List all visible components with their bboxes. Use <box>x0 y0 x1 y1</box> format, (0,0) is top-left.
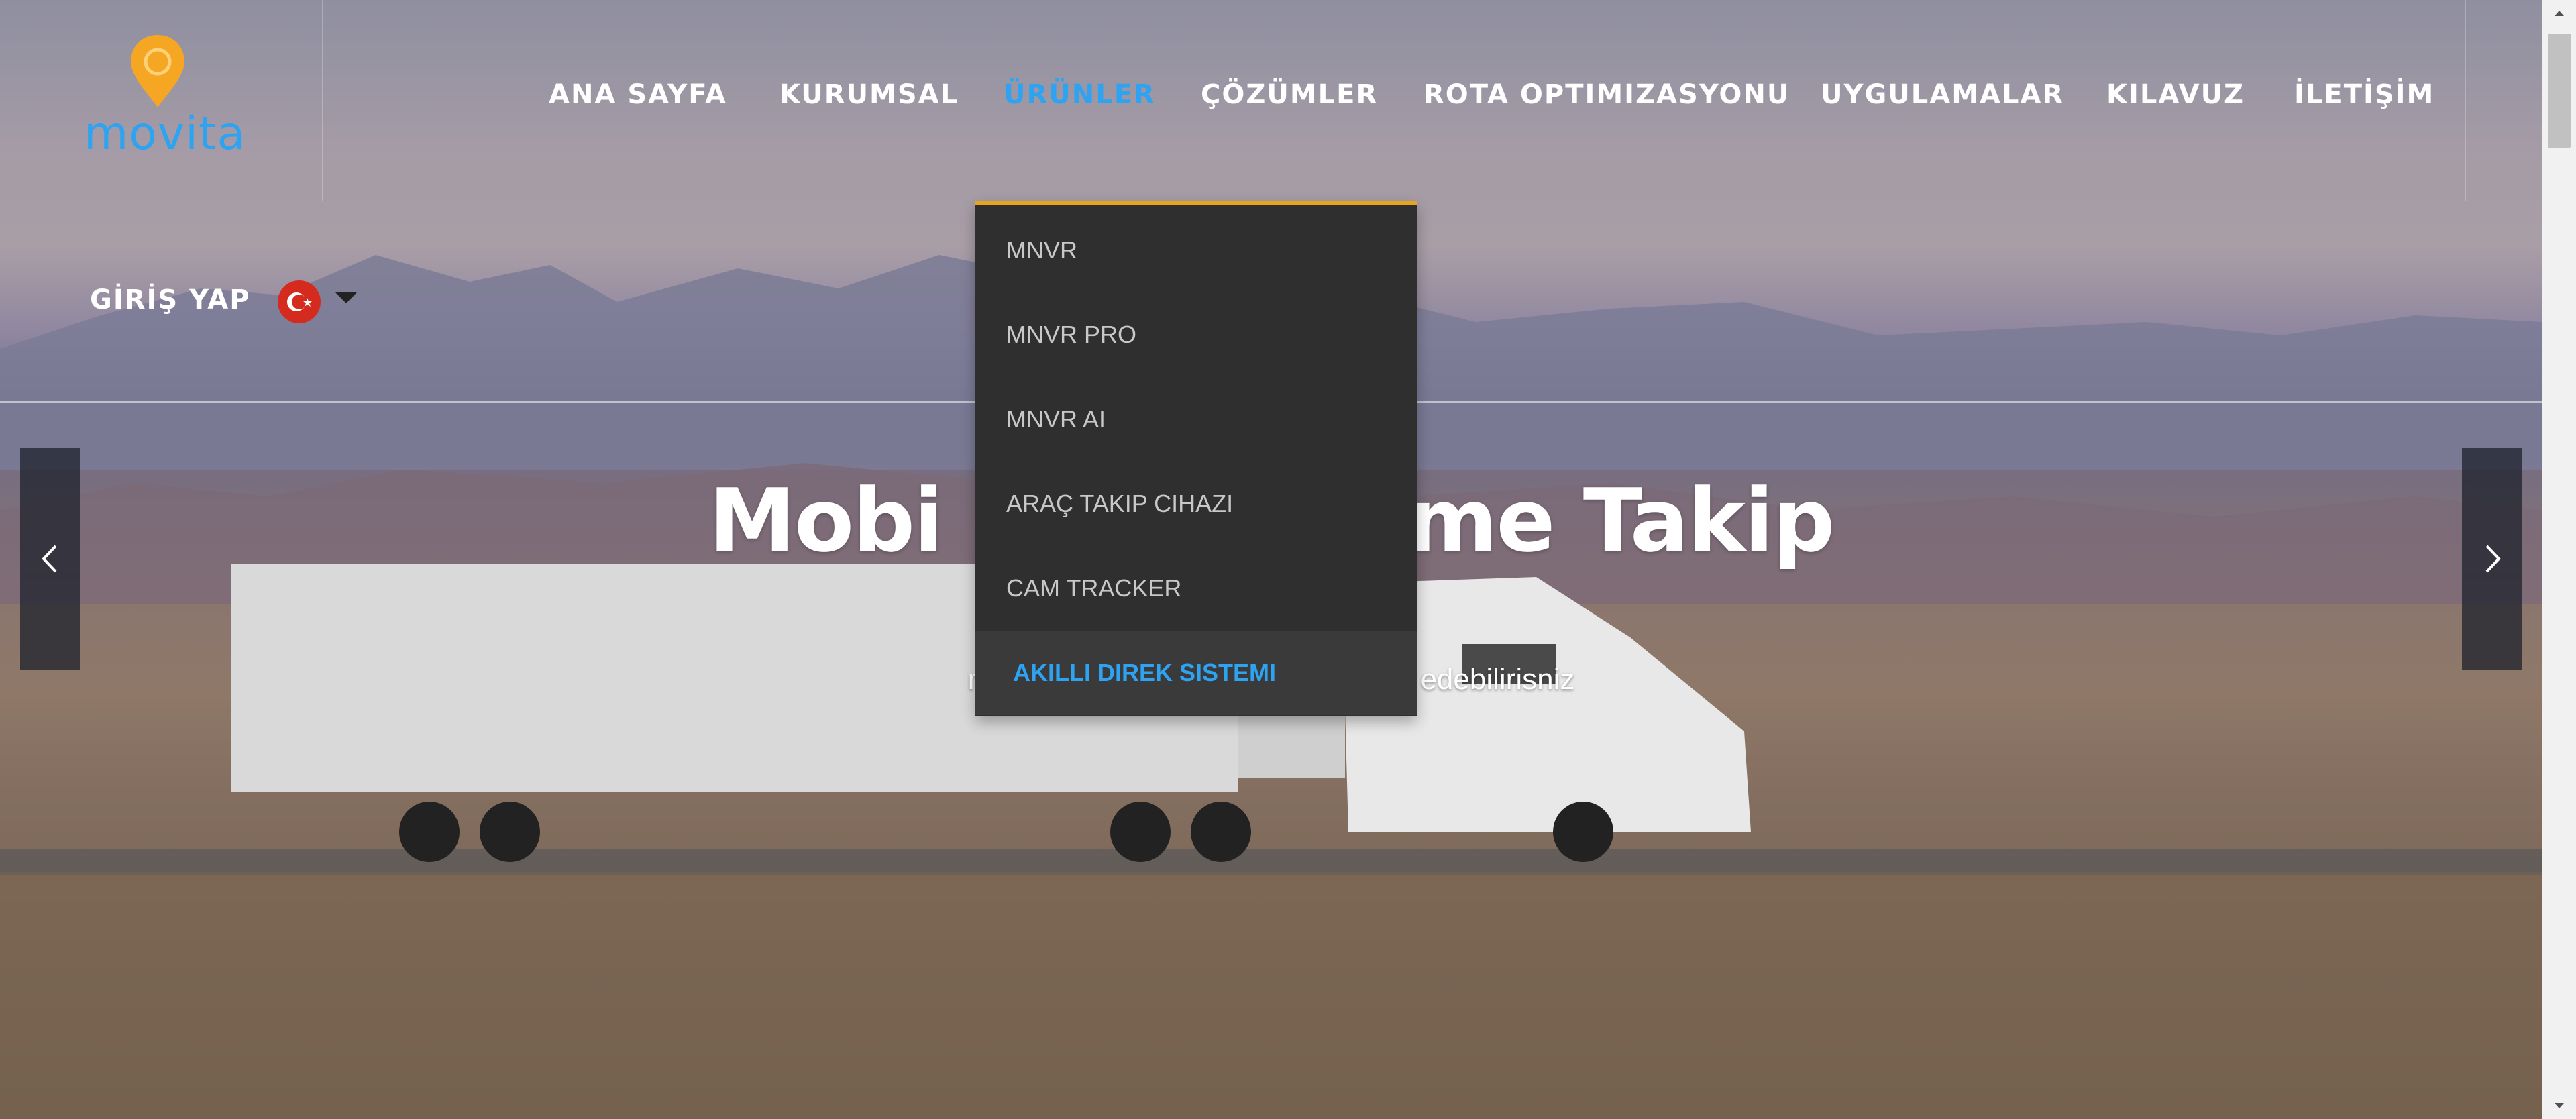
dropdown-item-cam-tracker[interactable]: CAM TRACKER <box>975 546 1417 631</box>
chevron-right-icon <box>2485 545 2501 573</box>
vertical-scrollbar[interactable] <box>2542 0 2576 1119</box>
nav-item-cozumler[interactable]: ÇÖZÜMLER <box>1201 79 1378 110</box>
nav-item-kilavuz[interactable]: KILAVUZ <box>2106 79 2245 110</box>
login-link[interactable]: GİRİŞ YAP <box>90 284 251 315</box>
scrollbar-thumb[interactable] <box>2548 34 2571 148</box>
chevron-left-icon <box>42 545 57 573</box>
hero-slider: movita ANA SAYFA KURUMSAL ÜRÜNLER ÇÖZÜML… <box>0 0 2542 1119</box>
scroll-down-button[interactable] <box>2542 1092 2576 1119</box>
turkey-flag-icon[interactable] <box>278 280 321 323</box>
nav-item-uygulamalar[interactable]: UYGULAMALAR <box>1821 79 2064 110</box>
nav-item-iletisim[interactable]: İLETİŞİM <box>2294 79 2434 110</box>
scroll-up-arrow-icon <box>2555 11 2564 16</box>
main-navigation: ANA SAYFA KURUMSAL ÜRÜNLER ÇÖZÜMLER ROTA… <box>0 79 2542 119</box>
scroll-down-arrow-icon <box>2555 1103 2564 1108</box>
nav-item-rota-optimizasyonu[interactable]: ROTA OPTIMIZASYONU <box>1424 79 1790 110</box>
language-caret-icon[interactable] <box>335 292 357 303</box>
dropdown-item-mnvr-ai[interactable]: MNVR AI <box>975 377 1417 462</box>
dropdown-item-arac-takip-cihazi[interactable]: ARAÇ TAKIP CIHAZI <box>975 462 1417 546</box>
slider-prev-button[interactable] <box>20 448 80 670</box>
dropdown-item-mnvr-pro[interactable]: MNVR PRO <box>975 292 1417 377</box>
nav-item-kurumsal[interactable]: KURUMSAL <box>780 79 959 110</box>
dropdown-item-mnvr[interactable]: MNVR <box>975 208 1417 292</box>
slider-next-button[interactable] <box>2462 448 2522 670</box>
nav-item-ana-sayfa[interactable]: ANA SAYFA <box>549 79 727 110</box>
nav-item-urunler[interactable]: ÜRÜNLER <box>1004 79 1156 110</box>
dropdown-item-akilli-direk-sistemi[interactable]: AKILLI DIREK SISTEMI <box>975 631 1417 715</box>
scroll-up-button[interactable] <box>2542 0 2576 27</box>
products-dropdown-menu: MNVR MNVR PRO MNVR AI ARAÇ TAKIP CIHAZI … <box>975 201 1417 716</box>
